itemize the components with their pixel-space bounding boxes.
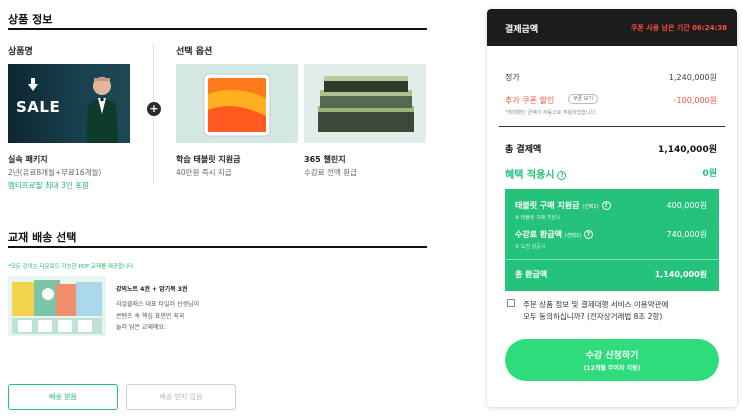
tuition-refund-tag: (선택2) (564, 233, 582, 239)
coupon-note: *최대할인 금액이 자동으로 적용되었습니다. (505, 110, 597, 116)
book-stack-icon (12, 280, 102, 334)
shipping-section-divider (8, 246, 427, 248)
enroll-button-sublabel: (12개월 무이자 지원) (583, 365, 641, 372)
info-icon[interactable]: ? (601, 201, 611, 210)
no-shipping-button[interactable]: 배송 받지 않음 (126, 384, 236, 410)
tablet-support-value: 400,000원 (666, 201, 707, 210)
tuition-refund-label: 수강료 환급액 (515, 230, 562, 239)
pdf-notice: *모든 강의는 다운로드 가능한 PDF 교재를 제공합니다. (8, 264, 135, 270)
coupon-discount-value: -100,000원 (673, 96, 717, 105)
info-icon[interactable]: ? (584, 230, 594, 239)
challenge-option-name: 365 챌린지 (304, 155, 346, 164)
cash-option-image (304, 64, 426, 143)
tuition-refund-row-label: 수강료 환급액 (선택2)? (515, 229, 594, 240)
enroll-button-label: 수강 신청하기 (585, 351, 639, 361)
benefit-label-row: 혜택 적용시? (505, 166, 567, 181)
coupon-discount-label: 추가 쿠폰 할인 (505, 96, 555, 105)
product-section-title: 상품 정보 (8, 13, 53, 26)
package-name: 실속 패키지 (8, 155, 48, 164)
refund-breakdown-box: 태블릿 구매 지원금 (선택1)? ※ 태블릿 구매 지원시 400,000원 … (505, 189, 719, 291)
coupon-timer: 쿠폰 사용 남은 기간 06:24:38 (630, 24, 727, 32)
cash-stack-icon (318, 76, 414, 132)
package-description: 2년(유료8개월+무료16개월) (8, 168, 102, 177)
total-payment-label: 총 결제액 (505, 145, 542, 155)
book-description-line: 콘텐츠 속 핵심 표현만 꾹꾹 (116, 313, 185, 320)
plus-circle-icon: + (147, 102, 161, 116)
tuition-refund-value: 740,000원 (666, 230, 707, 239)
book-set-title: 강의노트 4권 + 암기북 3권 (116, 286, 188, 293)
book-description-line: 눌러 담은 교재에요. (116, 324, 166, 331)
view-coupons-button[interactable]: 쿠폰 보기 (568, 94, 598, 104)
payment-panel-title: 결제금액 (505, 25, 539, 35)
tablet-support-label: 태블릿 구매 지원금 (515, 201, 580, 210)
product-section-divider (8, 28, 427, 30)
tablet-icon (203, 73, 271, 137)
challenge-option-description: 수강료 전액 환급 (304, 168, 358, 177)
sale-image-text: SALE (16, 98, 61, 116)
book-description-line: 리얼클래스 대표 타일러 선생님이 (116, 301, 200, 308)
summary-divider (499, 126, 725, 127)
refund-total-divider (505, 259, 719, 260)
total-refund-label: 총 환급액 (515, 270, 548, 279)
terms-agree-text: 주문 상품 정보 및 결제대행 서비스 이용약관에 (523, 300, 669, 309)
payment-panel-header: 결제금액 쿠폰 사용 남은 기간 06:24:38 (487, 9, 737, 46)
enroll-button[interactable]: 수강 신청하기 (12개월 무이자 지원) (505, 339, 719, 381)
total-refund-value: 1,140,000원 (654, 270, 707, 279)
tablet-option-name: 학습 태블릿 지원금 (176, 155, 241, 164)
tablet-support-note: ※ 태블릿 구매 지원시 (515, 215, 561, 221)
benefit-value: 0원 (702, 169, 717, 179)
options-column-label: 선택 옵션 (176, 47, 213, 57)
tuition-refund-note: ※ 도전 성공시 (515, 244, 546, 250)
shipping-section-title: 교재 배송 선택 (8, 231, 77, 244)
instructor-photo (86, 77, 118, 143)
tablet-support-tag: (선택1) (582, 204, 599, 210)
list-price-label: 정가 (505, 73, 520, 82)
book-set-image (8, 276, 106, 336)
payment-panel: 결제금액 쿠폰 사용 남은 기간 06:24:38 정가 1,240,000원 … (487, 9, 737, 407)
package-extra: 멤티프로필 최대 3인 포함 (8, 181, 89, 190)
product-name-column-label: 상품명 (8, 47, 33, 57)
total-payment-value: 1,140,000원 (658, 145, 717, 155)
list-price-value: 1,240,000원 (668, 73, 717, 82)
tablet-option-image (176, 64, 298, 143)
tablet-support-row-label: 태블릿 구매 지원금 (선택1)? (515, 200, 611, 211)
info-icon[interactable]: ? (557, 170, 567, 180)
package-thumbnail: SALE (8, 64, 130, 143)
terms-agree-text: 모두 동의하십니까? (전자상거래법 8조 2항) (523, 312, 663, 321)
receive-shipping-button[interactable]: 배송 받음 (8, 384, 118, 410)
tablet-option-description: 40만원 즉시 지급 (176, 168, 232, 177)
benefit-label: 혜택 적용시 (505, 170, 555, 181)
terms-agree-checkbox[interactable] (507, 299, 515, 307)
down-arrow-icon (28, 78, 38, 91)
